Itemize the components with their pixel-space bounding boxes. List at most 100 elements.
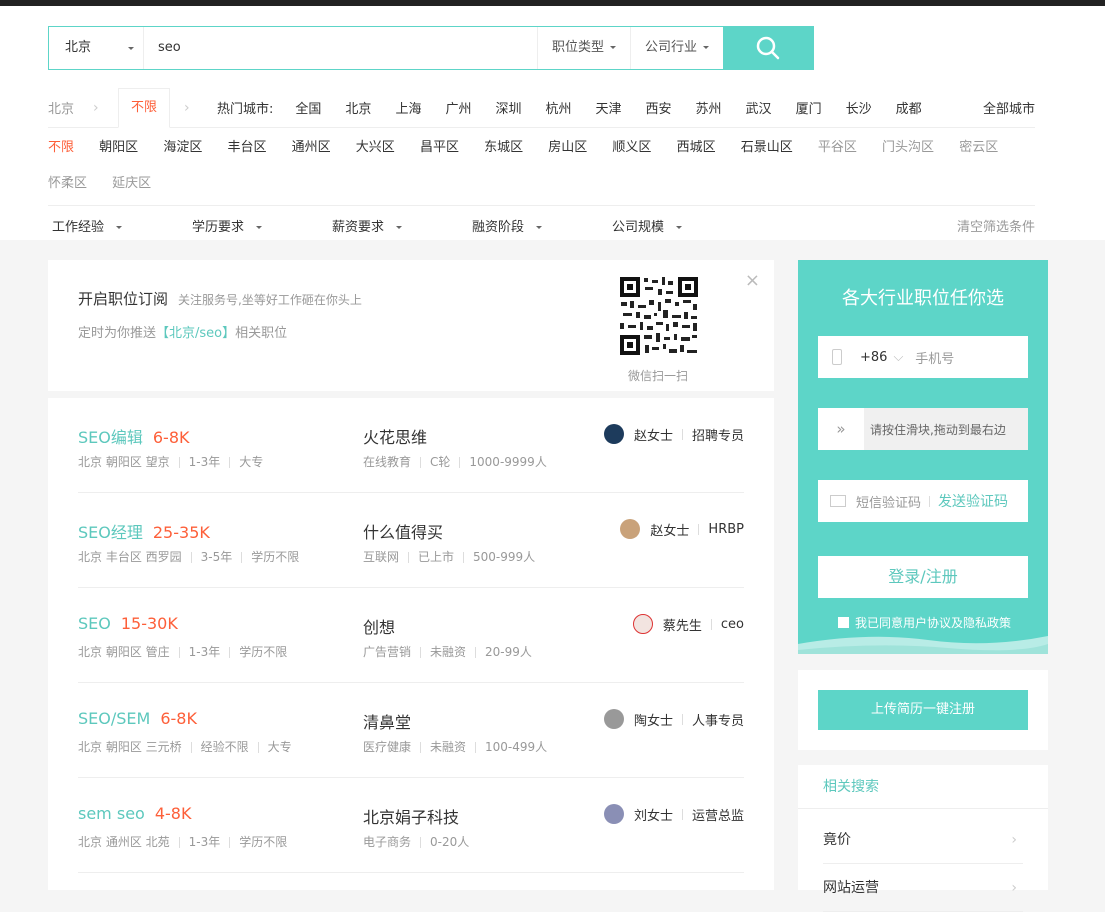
filter-dropdown-experience[interactable]: 工作经验 bbox=[48, 216, 188, 235]
slider-captcha[interactable]: » 请按住滑块,拖动到最右边 bbox=[818, 408, 1028, 450]
hot-city[interactable]: 成都 bbox=[884, 98, 934, 117]
job-title-link[interactable]: SEO 15-30K bbox=[78, 614, 178, 633]
phone-input[interactable]: 手机号 bbox=[915, 348, 954, 367]
company-stage: 未融资 bbox=[430, 740, 467, 754]
sms-code-field[interactable]: 短信验证码 发送验证码 bbox=[818, 480, 1028, 522]
recruiter-info[interactable]: 赵女士 HRBP bbox=[620, 519, 744, 539]
job-title-link[interactable]: SEO/SEM 6-8K bbox=[78, 709, 197, 728]
all-cities-link[interactable]: 全部城市 bbox=[983, 98, 1035, 117]
district-item[interactable]: 朝阳区 bbox=[99, 136, 138, 160]
district-item[interactable]: 怀柔区 bbox=[48, 172, 87, 196]
company-industry: 医疗健康 bbox=[363, 740, 412, 754]
country-code-select[interactable]: +86 ⌵ bbox=[860, 350, 903, 365]
district-item[interactable]: 海淀区 bbox=[163, 136, 202, 160]
hot-city[interactable]: 杭州 bbox=[533, 98, 583, 117]
job-type-select[interactable]: 职位类型 bbox=[536, 27, 630, 69]
district-item[interactable]: 通州区 bbox=[292, 136, 331, 160]
phone-field[interactable]: +86 ⌵ 手机号 bbox=[818, 336, 1028, 378]
recruiter-info[interactable]: 赵女士 招聘专员 bbox=[603, 424, 744, 444]
job-title: SEO/SEM bbox=[78, 709, 151, 728]
company-name-link[interactable]: 北京娟子科技 bbox=[363, 804, 459, 828]
job-meta: 北京 朝阳区 三元桥 经验不限 大专 bbox=[78, 738, 292, 755]
hot-city[interactable]: 西安 bbox=[634, 98, 684, 117]
company-name-link[interactable]: 火花思维 bbox=[363, 424, 427, 448]
job-education: 学历不限 bbox=[239, 645, 288, 659]
upload-resume-button[interactable]: 上传简历一键注册 bbox=[818, 690, 1028, 730]
close-icon[interactable]: × bbox=[745, 270, 760, 291]
hot-city[interactable]: 北京 bbox=[333, 98, 383, 117]
city-crumb[interactable]: 北京 bbox=[48, 98, 93, 117]
agreement-row[interactable]: 我已同意用户协议及隐私政策 bbox=[838, 614, 1011, 631]
company-name-link[interactable]: 什么值得买 bbox=[363, 519, 443, 543]
district-item[interactable]: 平谷区 bbox=[818, 136, 857, 160]
slider-handle[interactable]: » bbox=[818, 408, 864, 450]
job-education: 大专 bbox=[267, 740, 292, 754]
district-item[interactable]: 昌平区 bbox=[420, 136, 459, 160]
district-item[interactable]: 顺义区 bbox=[612, 136, 651, 160]
district-item-unlimited[interactable]: 不限 bbox=[48, 136, 74, 160]
city-select[interactable]: 北京 bbox=[49, 27, 144, 69]
filter-label: 学历要求 bbox=[192, 220, 245, 235]
filter-dropdown-funding[interactable]: 融资阶段 bbox=[468, 216, 608, 235]
avatar bbox=[603, 424, 624, 444]
district-item[interactable]: 门头沟区 bbox=[882, 136, 934, 160]
chevron-right-icon: › bbox=[1011, 880, 1017, 896]
industry-label: 公司行业 bbox=[644, 40, 697, 55]
industry-select[interactable]: 公司行业 bbox=[629, 27, 723, 69]
search-button[interactable] bbox=[723, 27, 813, 69]
filter-dropdown-salary[interactable]: 薪资要求 bbox=[328, 216, 468, 235]
job-title-link[interactable]: SEO经理 25-35K bbox=[78, 519, 210, 543]
job-location: 北京 朝阳区 管庄 bbox=[78, 645, 170, 659]
district-item[interactable]: 丰台区 bbox=[227, 136, 266, 160]
recruiter-info[interactable]: 陶女士 人事专员 bbox=[603, 709, 744, 729]
job-card[interactable]: SEO/SEM 6-8K 北京 朝阳区 三元桥 经验不限 大专 清鼻堂 医疗健康 未融资… bbox=[78, 683, 744, 778]
hot-city[interactable]: 武汉 bbox=[734, 98, 784, 117]
hot-city[interactable]: 深圳 bbox=[483, 98, 533, 117]
sms-code-input[interactable]: 短信验证码 bbox=[856, 492, 921, 511]
hot-city[interactable]: 厦门 bbox=[784, 98, 834, 117]
hot-city[interactable]: 上海 bbox=[383, 98, 433, 117]
related-search-label: 竟价 bbox=[823, 832, 851, 848]
filter-dropdown-education[interactable]: 学历要求 bbox=[188, 216, 328, 235]
related-search-item[interactable]: 网站运营 › bbox=[823, 864, 1023, 912]
filter-dropdown-company-size[interactable]: 公司规模 bbox=[608, 216, 748, 235]
clear-filters-link[interactable]: 清空筛选条件 bbox=[957, 216, 1035, 235]
related-search-item[interactable]: 竟价 › bbox=[823, 816, 1023, 864]
job-card[interactable]: SEO经理 25-35K 北京 丰台区 西罗园 3-5年 学历不限 什么值得买 互联网… bbox=[78, 493, 744, 588]
job-title-link[interactable]: SEO编辑 6-8K bbox=[78, 424, 190, 448]
district-unlimited-tab[interactable]: 不限 bbox=[118, 87, 171, 128]
district-item[interactable]: 房山区 bbox=[548, 136, 587, 160]
login-button[interactable]: 登录/注册 bbox=[818, 556, 1028, 598]
hot-city[interactable]: 苏州 bbox=[684, 98, 734, 117]
job-meta: 北京 通州区 北苑 1-3年 学历不限 bbox=[78, 833, 287, 850]
company-meta: 电子商务 0-20人 bbox=[363, 833, 469, 850]
company-name-link[interactable]: 创想 bbox=[363, 614, 395, 638]
company-industry: 电子商务 bbox=[363, 835, 412, 849]
district-item[interactable]: 大兴区 bbox=[356, 136, 395, 160]
job-card[interactable]: SEO 15-30K 北京 朝阳区 管庄 1-3年 学历不限 创想 广告营销 未融资 20… bbox=[78, 588, 744, 683]
hot-city[interactable]: 天津 bbox=[584, 98, 634, 117]
company-name-link[interactable]: 清鼻堂 bbox=[363, 709, 411, 733]
recruiter-info[interactable]: 刘女士 运营总监 bbox=[603, 804, 744, 824]
company-size: 20-99人 bbox=[485, 645, 532, 659]
hot-city[interactable]: 长沙 bbox=[834, 98, 884, 117]
recruiter-info[interactable]: 蔡先生 ceo bbox=[632, 614, 744, 634]
company-stage: 已上市 bbox=[418, 550, 455, 564]
caret-down-icon bbox=[536, 226, 543, 229]
filter-panel: 北京 seo 职位类型 公司行业 北京 › 不限 › 热门城市: 全国 北京 上… bbox=[0, 6, 1105, 240]
job-card[interactable]: sem seo 4-8K 北京 通州区 北苑 1-3年 学历不限 北京娟子科技 电子商… bbox=[78, 778, 744, 873]
job-card[interactable]: SEO编辑 6-8K 北京 朝阳区 望京 1-3年 大专 火花思维 在线教育 C轮 100… bbox=[78, 398, 744, 493]
country-code: +86 bbox=[860, 349, 888, 365]
send-code-button[interactable]: 发送验证码 bbox=[938, 491, 1008, 511]
agreement-checkbox[interactable] bbox=[838, 617, 849, 628]
district-item[interactable]: 西城区 bbox=[677, 136, 716, 160]
filter-label: 工作经验 bbox=[52, 220, 105, 235]
district-item[interactable]: 延庆区 bbox=[112, 172, 151, 196]
hot-city[interactable]: 全国 bbox=[283, 98, 333, 117]
district-item[interactable]: 石景山区 bbox=[741, 136, 793, 160]
search-input[interactable]: seo bbox=[144, 27, 537, 69]
district-item[interactable]: 东城区 bbox=[484, 136, 523, 160]
district-item[interactable]: 密云区 bbox=[959, 136, 998, 160]
job-title-link[interactable]: sem seo 4-8K bbox=[78, 804, 191, 823]
hot-city[interactable]: 广州 bbox=[433, 98, 483, 117]
